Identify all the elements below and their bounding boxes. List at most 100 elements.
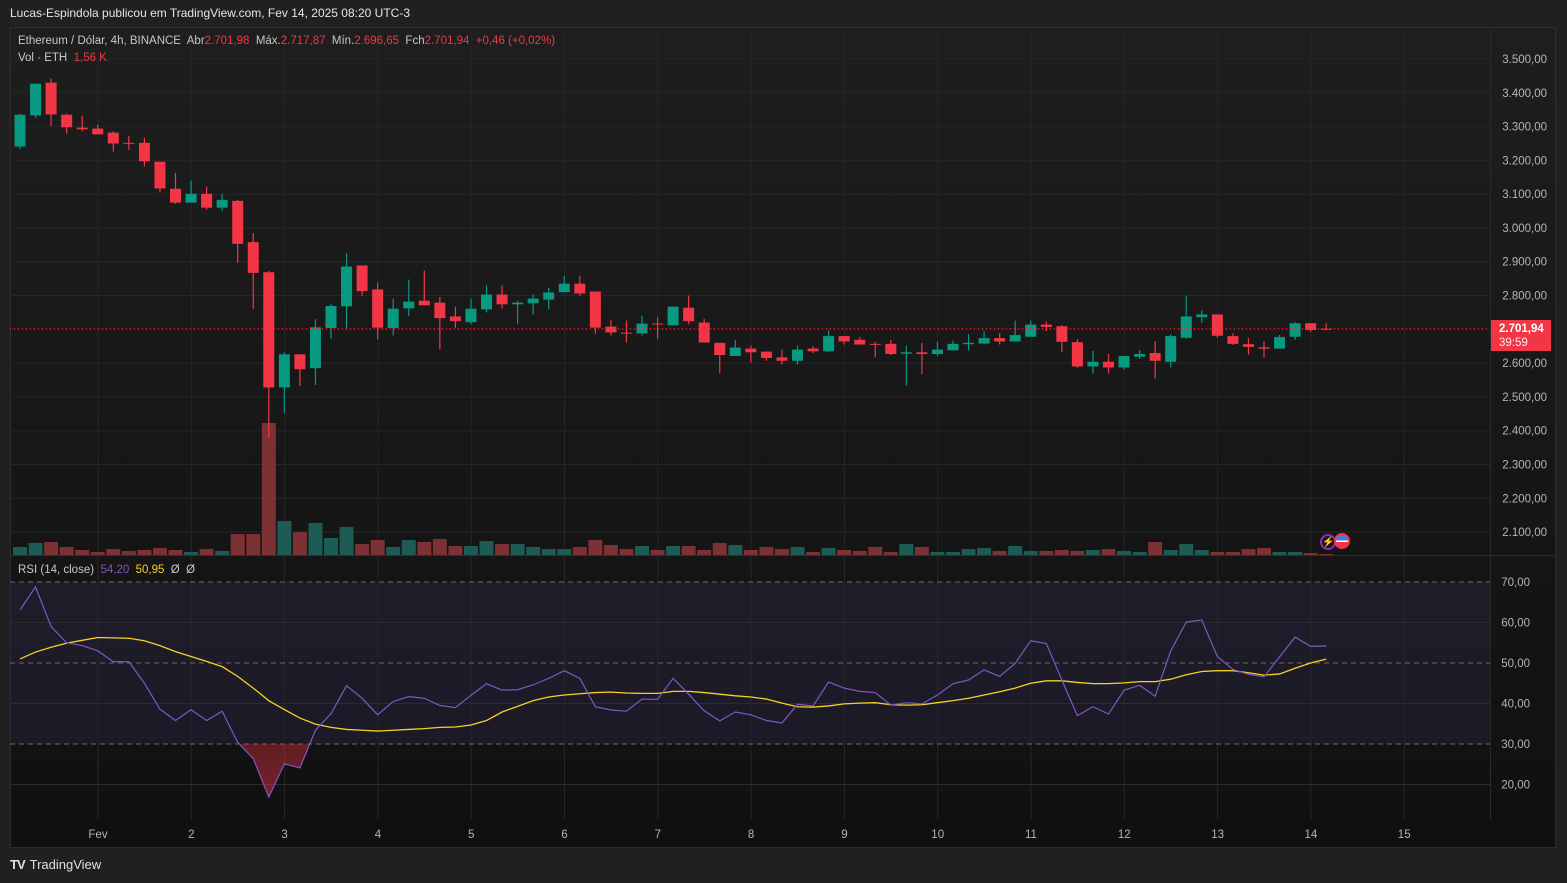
price-tick-label: 2.400,00 [1502,426,1547,438]
candle-body [931,349,943,354]
open-label: Abr [186,35,205,47]
rsi-extra-2: Ø [186,564,196,576]
volume-bar [106,549,121,555]
rsi-tick-label: 30,00 [1501,739,1530,751]
candle-body [1196,314,1208,318]
volume-bar [137,550,152,555]
tradingview-logo-icon: TV [10,857,26,872]
volume-bar [946,552,960,555]
high-value: 2.717,87 [280,35,326,47]
candle-body [1025,324,1037,337]
candle-body [92,128,104,135]
volume-label: Vol · ETH [18,52,68,64]
candle-body [341,266,353,307]
price-tick-label: 3.200,00 [1502,155,1547,167]
price-tick-label: 2.200,00 [1502,493,1547,505]
candle-body [372,289,384,328]
candle-body [418,300,430,306]
brand-name: TradingView [29,857,102,872]
volume-bar [961,549,976,555]
time-tick-label: 15 [1398,829,1411,841]
rsi-legend[interactable]: RSI (14, close) 54,20 50,95 Ø Ø [18,564,195,576]
candle-body [45,82,57,115]
candle-body [994,338,1006,342]
volume-bar [463,546,478,555]
volume-bar [619,549,634,555]
candle-body [1258,347,1270,349]
candle-body [294,354,306,370]
candle-body [154,161,166,189]
us-flag-event-icon[interactable] [1334,533,1350,549]
volume-bar [790,547,805,555]
volume-bar [1117,551,1132,555]
candle-body [1289,323,1301,337]
time-tick-label: Fev [88,829,107,841]
volume-bar [697,550,712,555]
volume-bar [261,423,276,555]
price-tick-label: 2.100,00 [1502,527,1547,539]
price-tick-label: 2.800,00 [1502,291,1547,303]
price-tick-label: 3.100,00 [1502,189,1547,201]
volume-legend[interactable]: Vol · ETH 1,56 K [18,52,107,64]
candle-body [201,193,213,208]
volume-bar [1241,549,1256,555]
candle-body [869,343,881,345]
volume-bar [324,538,338,555]
volume-bar [448,546,463,555]
last-price-tag: 2.701,94 39:59 [1491,320,1551,351]
time-tick-label: 3 [281,829,287,841]
candle-body [247,242,259,273]
price-tick-label: 3.500,00 [1502,54,1547,66]
volume-bar [899,544,914,555]
volume-bar [914,547,929,555]
price-tick-label: 3.300,00 [1502,122,1547,134]
volume-bar [526,547,541,555]
time-tick-label: 5 [468,829,474,841]
volume-bar [759,547,774,555]
candle-body [1165,336,1177,362]
volume-bar [977,548,992,555]
time-tick-label: 6 [561,829,567,841]
candle-body [838,336,850,342]
volume-bar [339,527,354,555]
symbol-legend[interactable]: Ethereum / Dólar, 4h, BINANCE Abr2.701,9… [18,35,555,47]
rsi-tick-label: 70,00 [1501,577,1530,589]
volume-bar [806,552,821,555]
change-value: +0,46 (+0,02%) [475,35,556,47]
symbol-name: Ethereum / Dólar, 4h, BINANCE [18,35,181,47]
chart-canvas[interactable]: Fev 2 3 4 5 6 7 8 9 10 11 12 13 14 15 3.500,00 3.400,00 3… [0,0,1567,883]
low-value: 2.696,65 [354,35,400,47]
candle-body [30,83,42,116]
volume-bar [1225,552,1240,555]
time-tick-label: 12 [1118,829,1131,841]
volume-bar [292,532,307,555]
volume-bar [199,549,214,555]
candle-body [947,343,959,351]
volume-value: 1,56 K [73,52,107,64]
volume-bar [992,551,1007,555]
candle-body [1180,316,1192,338]
rsi-label: RSI (14, close) [18,564,95,576]
price-tick-label: 2.300,00 [1502,459,1547,471]
candle-body [1227,336,1239,344]
candle-body [1040,324,1052,327]
time-tick-label: 4 [375,829,382,841]
candle-body [1103,361,1114,368]
volume-bar [572,547,587,555]
candle-body [558,283,570,293]
rsi-tick-label: 40,00 [1501,699,1530,711]
candle-body [885,343,897,354]
volume-bar [1257,548,1271,555]
time-tick-label: 13 [1211,829,1224,841]
candle-body [1211,314,1223,336]
candle-body [481,294,492,310]
close-label: Fch [405,35,425,47]
candle-body [512,302,524,305]
volume-bar [495,544,510,555]
time-tick-label: 9 [841,829,847,841]
volume-bar [1288,552,1303,555]
candle-body [1009,335,1021,342]
rsi-extra-1: Ø [170,564,180,576]
volume-bar [401,540,416,555]
rsi-tick-label: 20,00 [1501,780,1530,792]
